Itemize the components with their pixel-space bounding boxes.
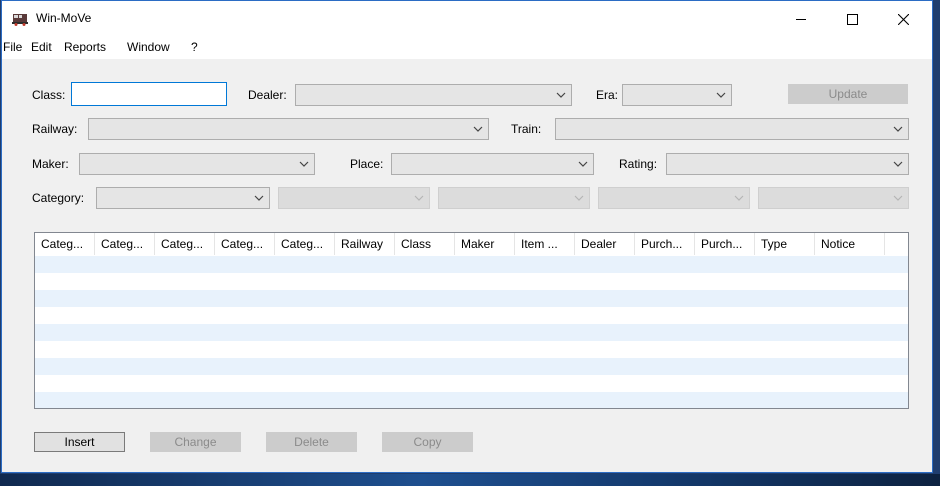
- desktop-taskbar-edge: [0, 474, 940, 486]
- dealer-combo[interactable]: [295, 84, 572, 106]
- column-header-type[interactable]: Type: [755, 233, 815, 255]
- railway-combo[interactable]: [88, 118, 489, 140]
- place-combo[interactable]: [391, 153, 594, 175]
- menu-edit[interactable]: Edit: [31, 40, 52, 54]
- era-label: Era:: [596, 88, 619, 102]
- column-header-category-1[interactable]: Categ...: [35, 233, 95, 255]
- rating-combo[interactable]: [666, 153, 909, 175]
- place-label: Place:: [350, 157, 384, 171]
- change-button[interactable]: Change: [150, 432, 241, 452]
- maximize-icon: [846, 13, 858, 25]
- close-button[interactable]: [880, 1, 926, 37]
- chevron-down-icon: [893, 126, 903, 132]
- column-header-railway[interactable]: Railway: [335, 233, 395, 255]
- results-table[interactable]: Categ... Categ... Categ... Categ... Cate…: [34, 232, 909, 409]
- class-input[interactable]: [71, 82, 227, 106]
- update-button[interactable]: Update: [788, 84, 908, 104]
- category-combo-2[interactable]: [278, 187, 430, 209]
- table-row[interactable]: [35, 392, 908, 408]
- chevron-down-icon: [716, 92, 726, 98]
- menu-window[interactable]: Window: [127, 40, 170, 54]
- table-header: Categ... Categ... Categ... Categ... Cate…: [35, 233, 908, 255]
- minimize-button[interactable]: [778, 1, 824, 37]
- chevron-down-icon: [556, 92, 566, 98]
- category-combo-5[interactable]: [758, 187, 909, 209]
- column-header-category-5[interactable]: Categ...: [275, 233, 335, 255]
- insert-button[interactable]: Insert: [34, 432, 125, 452]
- train-combo[interactable]: [555, 118, 909, 140]
- window-title: Win-MoVe: [36, 11, 92, 25]
- chevron-down-icon: [893, 195, 903, 201]
- category-combo-4[interactable]: [598, 187, 750, 209]
- table-row[interactable]: [35, 307, 908, 324]
- column-header-purchase-2[interactable]: Purch...: [695, 233, 755, 255]
- column-header-dealer[interactable]: Dealer: [575, 233, 635, 255]
- column-header-category-3[interactable]: Categ...: [155, 233, 215, 255]
- train-label: Train:: [511, 122, 542, 136]
- menu-file[interactable]: File: [3, 40, 22, 54]
- table-row[interactable]: [35, 273, 908, 290]
- chevron-down-icon: [254, 195, 264, 201]
- chevron-down-icon: [473, 126, 483, 132]
- rating-label: Rating:: [619, 157, 658, 171]
- minimize-icon: [796, 19, 806, 20]
- column-header-category-2[interactable]: Categ...: [95, 233, 155, 255]
- chevron-down-icon: [734, 195, 744, 201]
- column-header-class[interactable]: Class: [395, 233, 455, 255]
- category-combo-1[interactable]: [96, 187, 270, 209]
- column-header-purchase-1[interactable]: Purch...: [635, 233, 695, 255]
- column-header-item[interactable]: Item ...: [515, 233, 575, 255]
- maker-combo[interactable]: [79, 153, 315, 175]
- main-window: Win-MoVe File Edit Reports Window ? Clas…: [1, 0, 933, 473]
- maximize-button[interactable]: [829, 1, 875, 37]
- chevron-down-icon: [414, 195, 424, 201]
- table-row[interactable]: [35, 324, 908, 341]
- chevron-down-icon: [574, 195, 584, 201]
- menu-bar: File Edit Reports Window ?: [2, 37, 932, 59]
- train-app-icon: [12, 14, 28, 26]
- dealer-label: Dealer:: [248, 88, 287, 102]
- table-row[interactable]: [35, 341, 908, 358]
- category-combo-3[interactable]: [438, 187, 590, 209]
- copy-button[interactable]: Copy: [382, 432, 473, 452]
- class-label: Class:: [32, 88, 66, 102]
- column-header-category-4[interactable]: Categ...: [215, 233, 275, 255]
- close-icon: [897, 13, 909, 25]
- chevron-down-icon: [299, 161, 309, 167]
- column-header-maker[interactable]: Maker: [455, 233, 515, 255]
- table-row[interactable]: [35, 256, 908, 273]
- maker-label: Maker:: [32, 157, 69, 171]
- title-bar[interactable]: Win-MoVe: [2, 1, 932, 37]
- table-row[interactable]: [35, 290, 908, 307]
- chevron-down-icon: [578, 161, 588, 167]
- delete-button[interactable]: Delete: [266, 432, 357, 452]
- era-combo[interactable]: [622, 84, 732, 106]
- railway-label: Railway:: [32, 122, 78, 136]
- column-header-notice[interactable]: Notice: [815, 233, 885, 255]
- chevron-down-icon: [893, 161, 903, 167]
- table-row[interactable]: [35, 358, 908, 375]
- category-label: Category:: [32, 191, 85, 205]
- menu-help[interactable]: ?: [191, 40, 198, 54]
- table-row[interactable]: [35, 375, 908, 392]
- menu-reports[interactable]: Reports: [64, 40, 106, 54]
